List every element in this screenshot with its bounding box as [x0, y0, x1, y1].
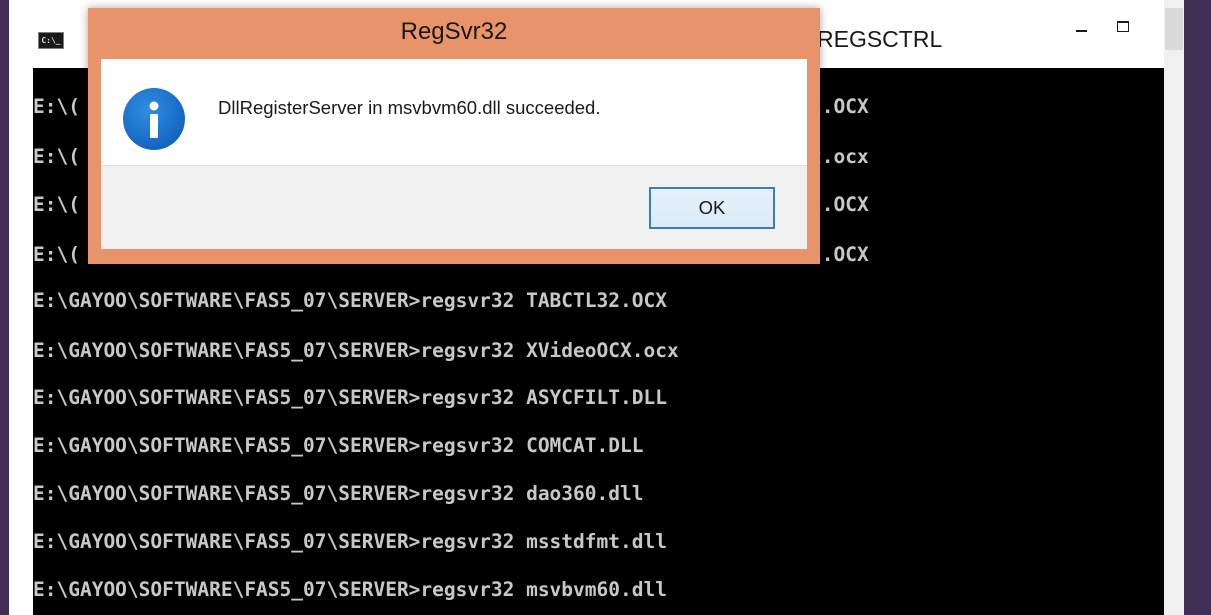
console-window-title: REGSCTRL — [817, 26, 943, 52]
dialog-content: DllRegisterServer in msvbvm60.dll succee… — [101, 59, 807, 165]
console-scroll-thumb[interactable] — [1165, 8, 1183, 50]
regsvr32-dialog[interactable]: RegSvr32 DllRegisterServer in msvbvm60.d… — [88, 8, 820, 264]
console-line-prefix: E:\( — [33, 95, 80, 118]
dialog-title: RegSvr32 — [400, 18, 508, 45]
info-icon-glyph — [149, 101, 159, 138]
console-line: E:\GAYOO\SOFTWARE\FAS5_07\SERVER>regsvr3… — [33, 339, 679, 362]
ok-button[interactable]: OK — [649, 187, 775, 229]
console-line: E:\GAYOO\SOFTWARE\FAS5_07\SERVER>regsvr3… — [33, 289, 667, 312]
console-line: E:\GAYOO\SOFTWARE\FAS5_07\SERVER>regsvr3… — [33, 578, 667, 601]
console-line: E:\GAYOO\SOFTWARE\FAS5_07\SERVER>regsvr3… — [33, 386, 667, 409]
console-app-icon[interactable]: C:\_ — [38, 32, 64, 49]
console-line: E:\(2.OCX — [33, 240, 869, 270]
console-scrollbar[interactable] — [1164, 0, 1184, 615]
desktop: C:\_ REGSCTRL E:\(2.OCX E:\(t.ocx E:\(2.… — [0, 0, 1211, 615]
console-line: E:\GAYOO\SOFTWARE\FAS5_07\SERVER>regsvr3… — [33, 434, 644, 457]
console-line: E:\(2.OCX — [33, 92, 869, 122]
console-line: E:\GAYOO\SOFTWARE\FAS5_07\SERVER>regsvr3… — [33, 530, 667, 553]
dialog-message: DllRegisterServer in msvbvm60.dll succee… — [218, 97, 601, 118]
maximize-button[interactable] — [1109, 14, 1139, 44]
console-line: E:\(t.ocx — [33, 142, 869, 172]
console-line: E:\(2.OCX — [33, 190, 869, 220]
console-line-prefix: E:\( — [33, 243, 80, 266]
console-line-prefix: E:\( — [33, 145, 80, 168]
console-line: E:\GAYOO\SOFTWARE\FAS5_07\SERVER>regsvr3… — [33, 482, 644, 505]
dialog-footer: OK — [101, 165, 807, 249]
console-line-prefix: E:\( — [33, 193, 80, 216]
minimize-button[interactable] — [1067, 14, 1097, 44]
info-icon — [123, 88, 185, 150]
